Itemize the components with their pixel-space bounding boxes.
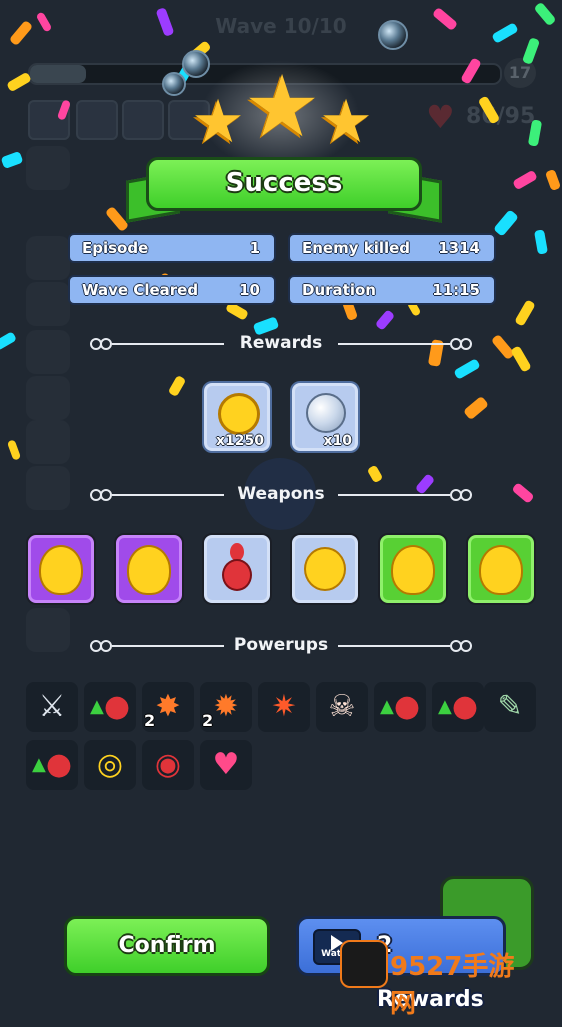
pin-pair-upgrade-icon: ▲● xyxy=(379,689,421,724)
weapon-slot[interactable] xyxy=(202,533,272,605)
powerup-slot[interactable]: ✸ 2 xyxy=(142,682,194,732)
powerup-slot[interactable]: ▲● xyxy=(374,682,426,732)
result-title: Success xyxy=(146,157,422,211)
weapon-slot[interactable] xyxy=(26,533,96,605)
pin-pair-upgrade-icon: ▲● xyxy=(437,689,479,724)
weapons-divider: Weapons xyxy=(90,484,472,505)
watermark-text: 9527手游网 xyxy=(390,952,515,1019)
stat-value: 1 xyxy=(249,239,260,257)
pin-target-icon: ◎ xyxy=(96,747,124,782)
powerup-slot[interactable]: ✹ 2 xyxy=(200,682,252,732)
powerup-slot[interactable]: ♥ xyxy=(200,740,252,790)
gold-coin-icon xyxy=(218,393,260,435)
skull-icon: ☠ xyxy=(328,689,356,724)
pin-upgrade-icon: ▲● xyxy=(31,747,73,782)
stat-value: 1314 xyxy=(438,239,480,257)
horse-logo-icon xyxy=(340,940,388,988)
stat-label: Wave Cleared xyxy=(82,281,199,299)
stat-wave-cleared: Wave Cleared 10 xyxy=(68,275,276,305)
hud-side-icon xyxy=(26,466,70,510)
weapon-slot[interactable] xyxy=(466,533,536,605)
powerup-slot[interactable]: ☠ xyxy=(316,682,368,732)
powerup-slot[interactable]: ◉ xyxy=(142,740,194,790)
reward-gold-coin: x1250 xyxy=(202,381,272,453)
speed-sword-icon: ⚔ xyxy=(38,689,66,724)
stat-duration: Duration 11:15 xyxy=(288,275,496,305)
heart-icon: ♥ xyxy=(426,98,455,136)
stat-enemy-killed: Enemy killed 1314 xyxy=(288,233,496,263)
powerup-slot[interactable]: ▲● xyxy=(84,682,136,732)
red-bowling-pin-icon xyxy=(204,543,270,591)
hp-counter: 86/95 xyxy=(466,104,536,129)
bubble-icon xyxy=(378,20,408,50)
powerup-slot[interactable]: ✷ xyxy=(258,682,310,732)
star-icon: ★ xyxy=(191,87,245,157)
stat-value: 10 xyxy=(239,281,260,299)
pin-upgrade-icon: ▲● xyxy=(89,689,131,724)
hud-side-icon xyxy=(26,608,70,652)
hud-side-icon xyxy=(26,330,70,374)
hud-side-icon xyxy=(26,420,70,464)
syringe-icon: ✎ xyxy=(497,689,523,724)
muscle-heart-icon: ♥ xyxy=(212,747,240,782)
yellow-blob-weapon-icon xyxy=(116,545,182,595)
pearl-orb-icon xyxy=(306,393,346,433)
explosion-cross-icon: ✷ xyxy=(271,689,297,724)
reward-amount: x1250 xyxy=(216,433,264,449)
confirm-button[interactable]: Confirm xyxy=(64,916,270,976)
stat-label: Duration xyxy=(302,281,376,299)
star-icon: ★ xyxy=(319,87,373,157)
hud-side-icon xyxy=(26,376,70,420)
site-watermark: 9527手游网 xyxy=(340,940,540,1019)
powerup-count: 2 xyxy=(144,711,156,730)
star-icon: ★ xyxy=(243,57,321,157)
wave-counter: Wave 10/10 xyxy=(215,14,347,38)
reward-amount: x10 xyxy=(323,433,352,449)
powerup-slot[interactable]: ▲● xyxy=(432,682,484,732)
yellow-blob-weapon-icon xyxy=(468,545,534,595)
powerups-divider: Powerups xyxy=(90,635,472,656)
rewards-divider: Rewards xyxy=(90,333,472,354)
hud-side-icon xyxy=(26,282,70,326)
weapon-slot[interactable] xyxy=(290,533,360,605)
stat-label: Enemy killed xyxy=(302,239,411,257)
powerup-slot[interactable]: ⚔ xyxy=(26,682,78,732)
stat-value: 11:15 xyxy=(432,281,480,299)
reward-pearl: x10 xyxy=(290,381,360,453)
yellow-blob-weapon-icon xyxy=(28,545,94,595)
hud-side-icon xyxy=(26,146,70,190)
bubble-icon xyxy=(162,72,186,96)
stat-label: Episode xyxy=(82,239,149,257)
powerup-slot[interactable]: ◎ xyxy=(84,740,136,790)
yellow-round-flask-icon xyxy=(292,547,358,591)
hud-slot xyxy=(122,100,164,140)
hud-slot xyxy=(76,100,118,140)
hud-side-icon xyxy=(26,236,70,280)
pin-target-red-icon: ◉ xyxy=(154,747,182,782)
weapon-slot[interactable] xyxy=(378,533,448,605)
powerup-count: 2 xyxy=(202,711,214,730)
stat-episode: Episode 1 xyxy=(68,233,276,263)
powerup-slot[interactable]: ▲● xyxy=(26,740,78,790)
yellow-blob-weapon-icon xyxy=(380,545,446,595)
weapon-slot[interactable] xyxy=(114,533,184,605)
powerup-slot[interactable]: ✎ xyxy=(484,682,536,732)
